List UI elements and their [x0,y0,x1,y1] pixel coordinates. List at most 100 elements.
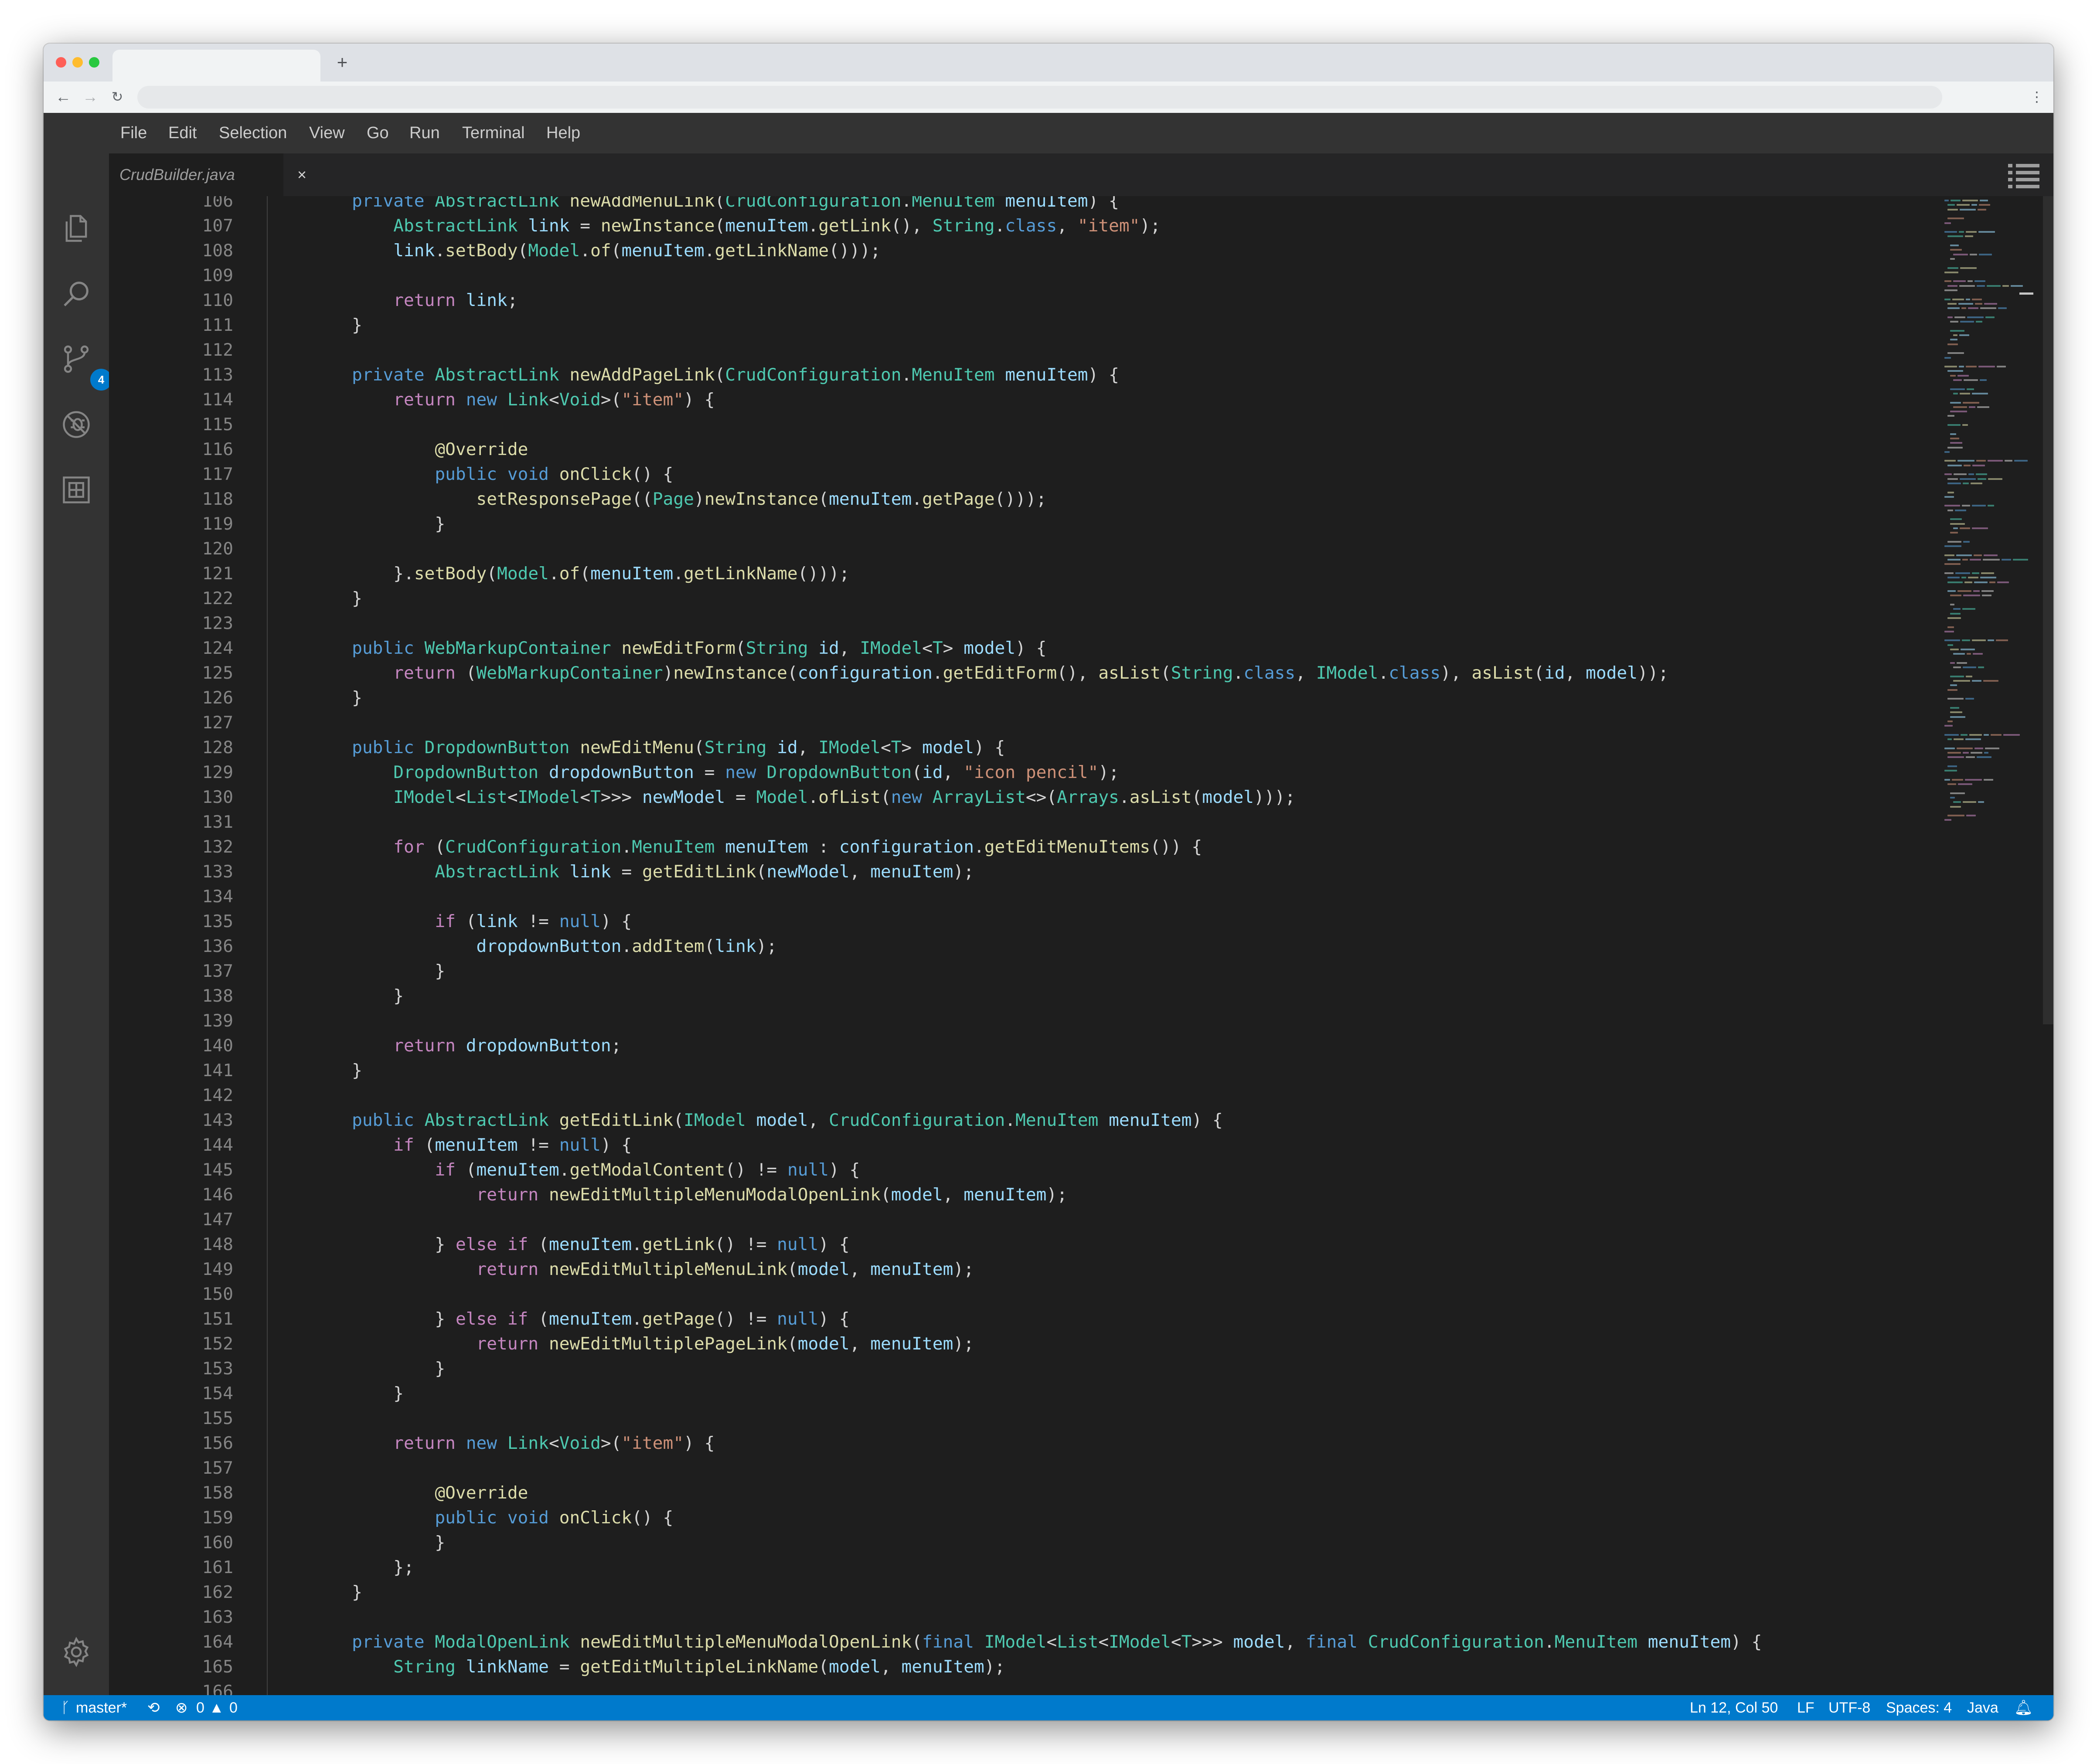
code-line[interactable]: 127 [109,710,1896,735]
code-line[interactable]: 114 return new Link<Void>("item") { [109,387,1896,412]
code-line[interactable]: 141 } [109,1058,1896,1083]
minimize-window-button[interactable] [72,57,83,68]
code-text[interactable]: if (menuItem != null) { [310,1133,632,1158]
end-of-line[interactable]: LF [1797,1695,1814,1720]
cursor-position[interactable]: Ln 12, Col 50 [1690,1695,1778,1720]
code-text[interactable]: return newEditMultiplePageLink(model, me… [310,1332,974,1356]
code-text[interactable]: public void onClick() { [310,462,673,487]
code-line[interactable]: 130 IModel<List<IModel<T>>> newModel = M… [109,785,1896,810]
code-line[interactable]: 150 [109,1282,1896,1307]
code-line[interactable]: 157 [109,1456,1896,1481]
code-line[interactable]: 139 [109,1009,1896,1033]
menu-go[interactable]: Go [367,113,389,153]
code-text[interactable]: } [310,512,445,537]
bell-icon[interactable]: 🔔︎ [2014,1695,2033,1720]
code-line[interactable]: 158 @Override [109,1481,1896,1506]
indentation[interactable]: Spaces: 4 [1886,1695,1952,1720]
code-text[interactable]: return (WebMarkupContainer)newInstance(c… [310,661,1668,686]
code-line[interactable]: 132 for (CrudConfiguration.MenuItem menu… [109,835,1896,860]
code-text[interactable]: dropdownButton.addItem(link); [310,934,777,959]
code-line[interactable]: 121 }.setBody(Model.of(menuItem.getLinkN… [109,561,1896,586]
code-line[interactable]: 128 public DropdownButton newEditMenu(St… [109,735,1896,760]
forward-arrow-icon[interactable]: → [79,86,101,108]
warning-count[interactable]: 0 [229,1695,238,1720]
code-text[interactable]: } [310,1381,404,1406]
code-line[interactable]: 166 [109,1679,1896,1695]
code-text[interactable]: private ModalOpenLink newEditMultipleMen… [310,1630,1762,1655]
code-text[interactable]: }; [310,1555,414,1580]
code-editor[interactable]: 106 private AbstractLink newAddMenuLink(… [109,196,2053,1695]
code-text[interactable]: return new Link<Void>("item") { [310,1431,715,1456]
code-text[interactable]: if (menuItem.getModalContent() != null) … [310,1158,860,1183]
code-line[interactable]: 149 return newEditMultipleMenuLink(model… [109,1257,1896,1282]
menu-file[interactable]: File [120,113,147,153]
code-line[interactable]: 148 } else if (menuItem.getLink() != nul… [109,1232,1896,1257]
code-text[interactable]: } [310,586,362,611]
code-line[interactable]: 120 [109,537,1896,561]
code-line[interactable]: 118 setResponsePage((Page)newInstance(me… [109,487,1896,512]
code-line[interactable]: 113 private AbstractLink newAddPageLink(… [109,363,1896,387]
code-line[interactable]: 155 [109,1406,1896,1431]
code-text[interactable]: private AbstractLink newAddMenuLink(Crud… [310,196,1119,214]
error-icon[interactable]: ⊗ [175,1695,188,1720]
code-line[interactable]: 143 public AbstractLink getEditLink(IMod… [109,1108,1896,1133]
code-line[interactable]: 152 return newEditMultiplePageLink(model… [109,1332,1896,1356]
outline-list-icon[interactable] [2008,164,2039,188]
search-icon[interactable] [60,277,93,310]
code-line[interactable]: 159 public void onClick() { [109,1506,1896,1530]
menu-edit[interactable]: Edit [168,113,197,153]
code-text[interactable]: public WebMarkupContainer newEditForm(St… [310,636,1046,661]
code-line[interactable]: 112 [109,338,1896,363]
code-line[interactable]: 122 } [109,586,1896,611]
close-window-button[interactable] [56,57,66,68]
menu-help[interactable]: Help [546,113,580,153]
code-line[interactable]: 116 @Override [109,437,1896,462]
code-text[interactable]: } [310,686,362,710]
code-text[interactable]: } [310,1356,445,1381]
source-control-icon[interactable]: 4 [60,343,112,391]
new-tab-plus-icon[interactable]: + [331,51,353,73]
more-vert-icon[interactable]: ⋮ [2030,86,2044,108]
code-line[interactable]: 164 private ModalOpenLink newEditMultipl… [109,1630,1896,1655]
code-text[interactable]: private AbstractLink newAddPageLink(Crud… [310,363,1119,387]
debug-icon[interactable] [60,408,93,441]
warning-icon[interactable]: ▲ [209,1695,224,1720]
code-line[interactable]: 136 dropdownButton.addItem(link); [109,934,1896,959]
code-line[interactable]: 129 DropdownButton dropdownButton = new … [109,760,1896,785]
code-line[interactable]: 162 } [109,1580,1896,1605]
gear-icon[interactable] [60,1635,93,1669]
editor-tab-crudbuilder[interactable]: CrudBuilder.java × [109,153,306,196]
code-text[interactable]: return link; [310,288,517,313]
close-icon[interactable]: × [297,153,306,196]
menu-terminal[interactable]: Terminal [462,113,525,153]
code-text[interactable]: } [310,313,362,338]
code-line[interactable]: 163 [109,1605,1896,1630]
code-text[interactable]: } [310,984,404,1009]
code-line[interactable]: 108 link.setBody(Model.of(menuItem.getLi… [109,238,1896,263]
code-text[interactable]: return dropdownButton; [310,1033,621,1058]
code-line[interactable]: 119 } [109,512,1896,537]
code-text[interactable]: DropdownButton dropdownButton = new Drop… [310,760,1119,785]
code-line[interactable]: 133 AbstractLink link = getEditLink(newM… [109,860,1896,884]
code-text[interactable]: }.setBody(Model.of(menuItem.getLinkName(… [310,561,849,586]
code-line[interactable]: 154 } [109,1381,1896,1406]
code-text[interactable]: AbstractLink link = newInstance(menuItem… [310,214,1161,238]
reload-icon[interactable]: ↻ [106,86,128,108]
maximize-window-button[interactable] [89,57,99,68]
code-text[interactable]: @Override [310,1481,528,1506]
code-text[interactable]: public DropdownButton newEditMenu(String… [310,735,1005,760]
code-line[interactable]: 160 } [109,1530,1896,1555]
files-icon[interactable] [60,212,93,245]
code-line[interactable]: 109 [109,263,1896,288]
extensions-icon[interactable] [60,473,93,506]
back-arrow-icon[interactable]: ← [52,86,74,108]
code-text[interactable]: } else if (menuItem.getPage() != null) { [310,1307,849,1332]
code-text[interactable]: return newEditMultipleMenuModalOpenLink(… [310,1183,1068,1207]
sync-icon[interactable]: ⟲ [147,1695,160,1720]
language-mode[interactable]: Java [1967,1695,1998,1720]
code-text[interactable]: } else if (menuItem.getLink() != null) { [310,1232,849,1257]
menu-run[interactable]: Run [409,113,440,153]
code-text[interactable]: return newEditMultipleMenuLink(model, me… [310,1257,974,1282]
code-line[interactable]: 165 String linkName = getEditMultipleLin… [109,1655,1896,1679]
code-line[interactable]: 146 return newEditMultipleMenuModalOpenL… [109,1183,1896,1207]
